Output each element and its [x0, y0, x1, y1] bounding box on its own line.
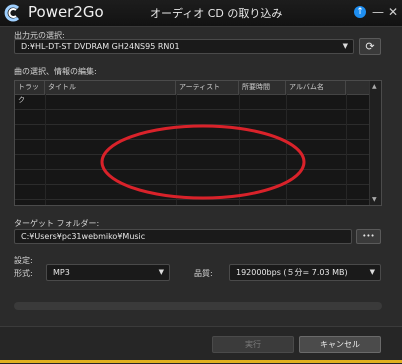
target-folder-label: ターゲット フォルダー:	[14, 219, 100, 228]
column-divider	[346, 94, 347, 205]
scroll-up-arrow-icon[interactable]: ▲	[372, 83, 377, 90]
table-row	[15, 109, 370, 110]
power2go-logo-icon	[4, 4, 20, 22]
format-select[interactable]: MP3 ▼	[46, 264, 170, 281]
more-icon: •••	[362, 232, 375, 240]
chevron-down-icon: ▼	[158, 268, 164, 276]
app-title: Power2Go	[28, 3, 104, 21]
table-scrollbar[interactable]: ▲ ▼	[369, 81, 381, 205]
quality-select-value: 192000bps (５分= 7.03 MB)	[236, 268, 348, 277]
window-title: オーディオ CD の取り込み	[150, 7, 283, 20]
chevron-down-icon: ▼	[369, 268, 375, 276]
column-divider	[45, 94, 46, 205]
progress-bar	[14, 302, 382, 310]
run-button[interactable]: 実行	[212, 336, 294, 353]
scroll-down-arrow-icon[interactable]: ▼	[372, 196, 377, 203]
quality-label: 品質:	[194, 269, 213, 278]
format-select-value: MP3	[53, 268, 70, 277]
close-button[interactable]: ✕	[386, 4, 400, 20]
table-header: トラック タイトル アーティスト 所要時間 アルバム名	[15, 81, 370, 104]
column-header-duration[interactable]: 所要時間	[239, 81, 286, 94]
track-section-label: 曲の選択、情報の編集:	[14, 67, 97, 76]
format-label: 形式:	[14, 269, 33, 278]
browse-button[interactable]: •••	[356, 229, 381, 244]
title-bar: Power2Go オーディオ CD の取り込み ↑ — ✕	[0, 0, 402, 27]
column-header-track[interactable]: トラック	[15, 81, 45, 104]
refresh-icon: ⟳	[365, 40, 375, 53]
quality-select[interactable]: 192000bps (５分= 7.03 MB) ▼	[229, 264, 381, 281]
minimize-button[interactable]: —	[371, 4, 385, 20]
column-header-album[interactable]: アルバム名	[286, 81, 346, 94]
cancel-button[interactable]: キャンセル	[299, 336, 381, 353]
drive-select-value: D:¥HL-DT-ST DVDRAM GH24NS95 RN01	[21, 42, 180, 51]
target-folder-path: C:¥Users¥pc31webmiko¥Music	[21, 232, 146, 241]
settings-label: 設定:	[14, 256, 33, 265]
column-header-artist[interactable]: アーティスト	[176, 81, 239, 94]
target-folder-field[interactable]: C:¥Users¥pc31webmiko¥Music	[14, 229, 352, 244]
red-annotation-ellipse	[100, 124, 306, 200]
drive-select[interactable]: D:¥HL-DT-ST DVDRAM GH24NS95 RN01 ▼	[14, 39, 354, 54]
refresh-button[interactable]: ⟳	[359, 38, 381, 55]
column-header-title[interactable]: タイトル	[45, 81, 176, 94]
update-icon[interactable]: ↑	[354, 6, 366, 18]
chevron-down-icon: ▼	[342, 42, 348, 50]
